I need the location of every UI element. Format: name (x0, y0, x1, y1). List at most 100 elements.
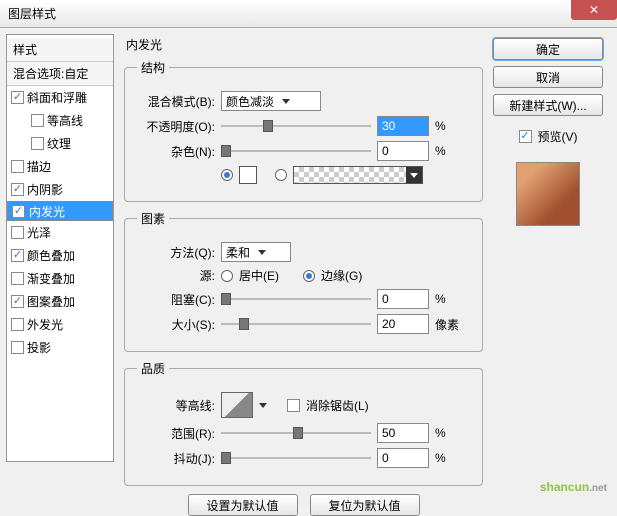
chevron-down-icon[interactable] (259, 403, 267, 408)
chevron-down-icon (282, 99, 290, 104)
style-checkbox[interactable] (11, 295, 24, 308)
watermark: shancun.net (540, 471, 607, 497)
style-label: 斜面和浮雕 (27, 89, 87, 106)
right-column: 确定 取消 新建样式(W)... 预览(V) (493, 34, 611, 462)
blend-mode-label: 混合模式(B): (137, 93, 215, 110)
style-item-6[interactable]: 光泽 (7, 221, 113, 244)
opacity-slider[interactable] (221, 117, 371, 135)
opacity-label: 不透明度(O): (137, 118, 215, 135)
source-center-label: 居中(E) (239, 267, 279, 284)
style-checkbox[interactable] (11, 272, 24, 285)
style-label: 投影 (27, 339, 51, 356)
choke-slider[interactable] (221, 290, 371, 308)
quality-group: 品质 等高线: 消除锯齿(L) 范围(R): 50 % 抖动(J): 0 % (124, 360, 483, 486)
style-item-7[interactable]: 颜色叠加 (7, 244, 113, 267)
choke-input[interactable]: 0 (377, 289, 429, 309)
technique-label: 方法(Q): (137, 244, 215, 261)
antialias-checkbox[interactable] (287, 399, 300, 412)
preview-checkbox[interactable] (519, 130, 532, 143)
size-slider[interactable] (221, 315, 371, 333)
range-input[interactable]: 50 (377, 423, 429, 443)
set-default-button[interactable]: 设置为默认值 (188, 494, 298, 516)
technique-select[interactable]: 柔和 (221, 242, 291, 262)
titlebar: 图层样式 ✕ (0, 0, 617, 28)
source-label: 源: (137, 267, 215, 284)
style-checkbox[interactable] (11, 226, 24, 239)
style-item-8[interactable]: 渐变叠加 (7, 267, 113, 290)
style-checkbox[interactable] (11, 318, 24, 331)
color-mode-radio[interactable] (221, 169, 233, 181)
chevron-down-icon (258, 250, 266, 255)
styles-list: 样式 混合选项:自定 斜面和浮雕等高线纹理描边内阴影内发光光泽颜色叠加渐变叠加图… (6, 34, 114, 462)
source-edge-label: 边缘(G) (321, 267, 362, 284)
new-style-button[interactable]: 新建样式(W)... (493, 94, 603, 116)
style-checkbox[interactable] (31, 114, 44, 127)
contour-label: 等高线: (137, 397, 215, 414)
choke-unit: % (435, 292, 465, 306)
cancel-button[interactable]: 取消 (493, 66, 603, 88)
elements-legend: 图素 (137, 210, 169, 227)
style-label: 等高线 (47, 112, 83, 129)
range-unit: % (435, 426, 465, 440)
opacity-input[interactable]: 30 (377, 116, 429, 136)
style-label: 颜色叠加 (27, 247, 75, 264)
size-unit: 像素 (435, 316, 465, 333)
style-item-2[interactable]: 纹理 (7, 132, 113, 155)
style-label: 内阴影 (27, 181, 63, 198)
style-item-3[interactable]: 描边 (7, 155, 113, 178)
style-checkbox[interactable] (11, 91, 24, 104)
style-checkbox[interactable] (11, 341, 24, 354)
noise-slider[interactable] (221, 142, 371, 160)
dialog-body: 样式 混合选项:自定 斜面和浮雕等高线纹理描边内阴影内发光光泽颜色叠加渐变叠加图… (0, 28, 617, 468)
color-well[interactable] (239, 166, 257, 184)
jitter-input[interactable]: 0 (377, 448, 429, 468)
noise-unit: % (435, 144, 465, 158)
contour-picker[interactable] (221, 392, 253, 418)
style-item-1[interactable]: 等高线 (7, 109, 113, 132)
noise-input[interactable]: 0 (377, 141, 429, 161)
structure-group: 结构 混合模式(B): 颜色减淡 不透明度(O): 30 % 杂色(N): 0 … (124, 59, 483, 202)
range-slider[interactable] (221, 424, 371, 442)
close-button[interactable]: ✕ (571, 0, 617, 20)
style-item-9[interactable]: 图案叠加 (7, 290, 113, 313)
size-input[interactable]: 20 (377, 314, 429, 334)
style-checkbox[interactable] (11, 160, 24, 173)
close-icon: ✕ (589, 3, 599, 17)
opacity-unit: % (435, 119, 465, 133)
style-item-10[interactable]: 外发光 (7, 313, 113, 336)
style-label: 图案叠加 (27, 293, 75, 310)
range-label: 范围(R): (137, 425, 215, 442)
blending-options-row[interactable]: 混合选项:自定 (7, 62, 113, 86)
style-item-4[interactable]: 内阴影 (7, 178, 113, 201)
jitter-unit: % (435, 451, 465, 465)
style-label: 渐变叠加 (27, 270, 75, 287)
style-item-11[interactable]: 投影 (7, 336, 113, 359)
chevron-down-icon[interactable] (406, 167, 422, 183)
choke-label: 阻塞(C): (137, 291, 215, 308)
panel-title: 内发光 (124, 34, 483, 59)
gradient-well[interactable] (293, 166, 423, 184)
antialias-label: 消除锯齿(L) (306, 397, 369, 414)
source-edge-radio[interactable] (303, 270, 315, 282)
reset-default-button[interactable]: 复位为默认值 (310, 494, 420, 516)
ok-button[interactable]: 确定 (493, 38, 603, 60)
style-item-0[interactable]: 斜面和浮雕 (7, 86, 113, 109)
structure-legend: 结构 (137, 59, 169, 76)
style-checkbox[interactable] (11, 249, 24, 262)
style-label: 外发光 (27, 316, 63, 333)
jitter-slider[interactable] (221, 449, 371, 467)
settings-panel: 内发光 结构 混合模式(B): 颜色减淡 不透明度(O): 30 % 杂色(N)… (114, 34, 493, 462)
size-label: 大小(S): (137, 316, 215, 333)
source-center-radio[interactable] (221, 270, 233, 282)
jitter-label: 抖动(J): (137, 450, 215, 467)
style-item-5[interactable]: 内发光 (7, 201, 113, 221)
style-checkbox[interactable] (31, 137, 44, 150)
style-checkbox[interactable] (12, 205, 25, 218)
style-label: 内发光 (29, 203, 65, 220)
elements-group: 图素 方法(Q): 柔和 源: 居中(E) 边缘(G) 阻塞(C): 0 % 大… (124, 210, 483, 352)
blend-mode-select[interactable]: 颜色减淡 (221, 91, 321, 111)
gradient-mode-radio[interactable] (275, 169, 287, 181)
quality-legend: 品质 (137, 360, 169, 377)
styles-header[interactable]: 样式 (7, 38, 113, 62)
style-checkbox[interactable] (11, 183, 24, 196)
